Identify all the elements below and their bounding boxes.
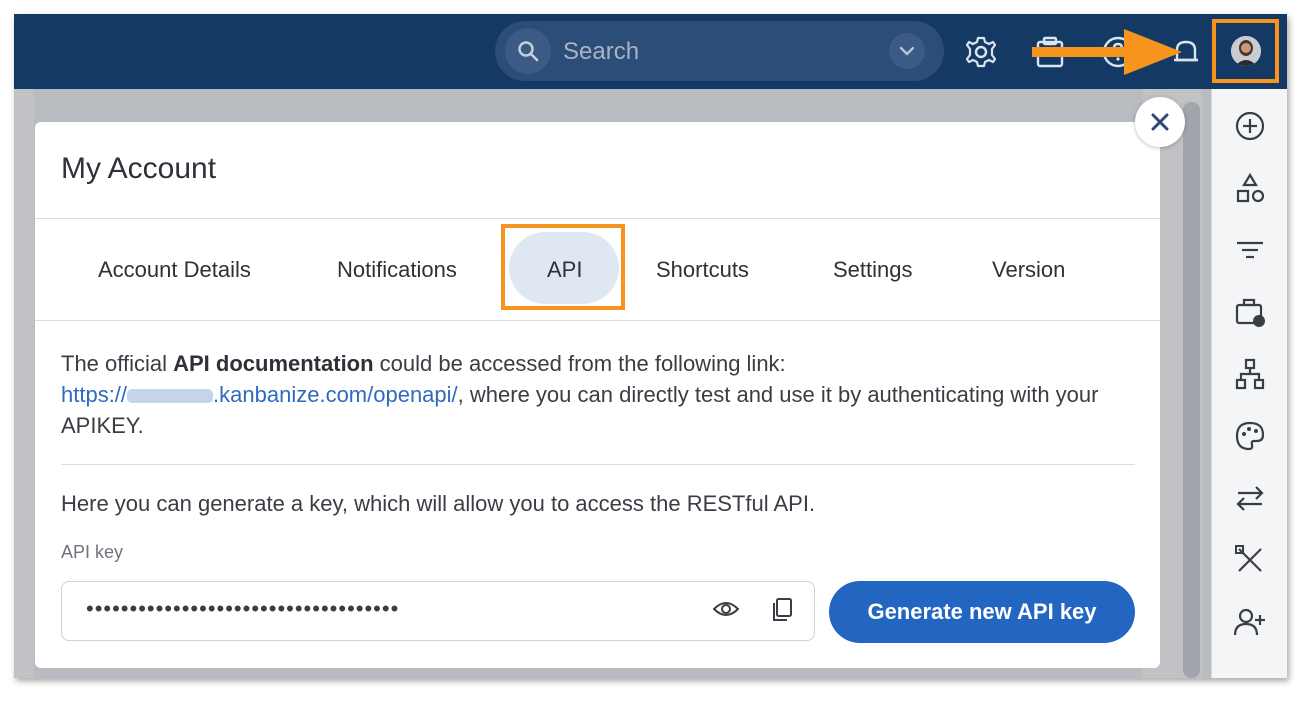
generate-description: Here you can generate a key, which will … — [61, 491, 816, 516]
search-input[interactable]: Search — [563, 38, 639, 66]
dialog-title: My Account — [61, 152, 217, 185]
tab-api[interactable]: API — [547, 257, 582, 283]
tab-notifications[interactable]: Notifications — [337, 257, 457, 283]
annotation-arrow — [1032, 29, 1182, 75]
openapi-link[interactable]: https:// .kanbanize.com/openapi/ — [61, 382, 458, 407]
right-toolbar — [1211, 89, 1287, 678]
intro-text: The official — [61, 351, 174, 376]
tab-bar: Account Details Notifications API Shortc… — [35, 219, 1160, 319]
close-icon[interactable] — [1149, 111, 1171, 133]
add-circle-icon[interactable] — [1233, 109, 1267, 143]
close-dialog-button[interactable] — [1135, 97, 1185, 147]
chevron-down-icon[interactable] — [889, 33, 925, 69]
filter-icon[interactable] — [1233, 233, 1267, 267]
api-documentation-label: API documentation — [173, 351, 374, 376]
briefcase-clock-icon[interactable] — [1233, 295, 1267, 329]
tab-version[interactable]: Version — [992, 257, 1065, 283]
my-account-dialog: My Account Account Details Notifications… — [35, 122, 1160, 668]
divider — [61, 464, 1135, 465]
api-key-label: API key — [61, 542, 124, 562]
shapes-icon[interactable] — [1233, 171, 1267, 205]
tab-settings[interactable]: Settings — [833, 257, 913, 283]
gear-icon[interactable] — [963, 34, 999, 70]
avatar[interactable] — [1231, 36, 1261, 66]
api-docs-paragraph: The official API documentation could be … — [61, 348, 1131, 441]
redacted-subdomain — [127, 389, 214, 404]
link-suffix[interactable]: .kanbanize.com/openapi/ — [213, 382, 458, 407]
tab-shortcuts[interactable]: Shortcuts — [656, 257, 749, 283]
add-user-icon[interactable] — [1233, 605, 1267, 639]
search-icon[interactable] — [505, 28, 551, 74]
api-key-value[interactable]: •••••••••••••••••••••••••••••••••••• — [86, 596, 399, 622]
hierarchy-icon[interactable] — [1233, 357, 1267, 391]
swap-icon[interactable] — [1233, 481, 1267, 515]
divider — [35, 320, 1160, 321]
design-tools-icon[interactable] — [1233, 543, 1267, 577]
generate-api-key-button[interactable]: Generate new API key — [829, 581, 1135, 643]
palette-icon[interactable] — [1233, 419, 1267, 453]
api-key-field[interactable]: •••••••••••••••••••••••••••••••••••• — [61, 581, 815, 641]
copy-icon[interactable] — [770, 597, 794, 623]
tab-account-details[interactable]: Account Details — [98, 257, 251, 283]
avatar-highlight — [1212, 19, 1279, 83]
eye-icon[interactable] — [713, 599, 739, 619]
top-bar: Search — [14, 14, 1287, 89]
search-bar[interactable]: Search — [495, 21, 944, 81]
link-prefix[interactable]: https:// — [61, 382, 127, 407]
intro-text: could be accessed from the following lin… — [373, 351, 786, 376]
app-window: Search My Account Account Details Notifi… — [14, 14, 1287, 678]
